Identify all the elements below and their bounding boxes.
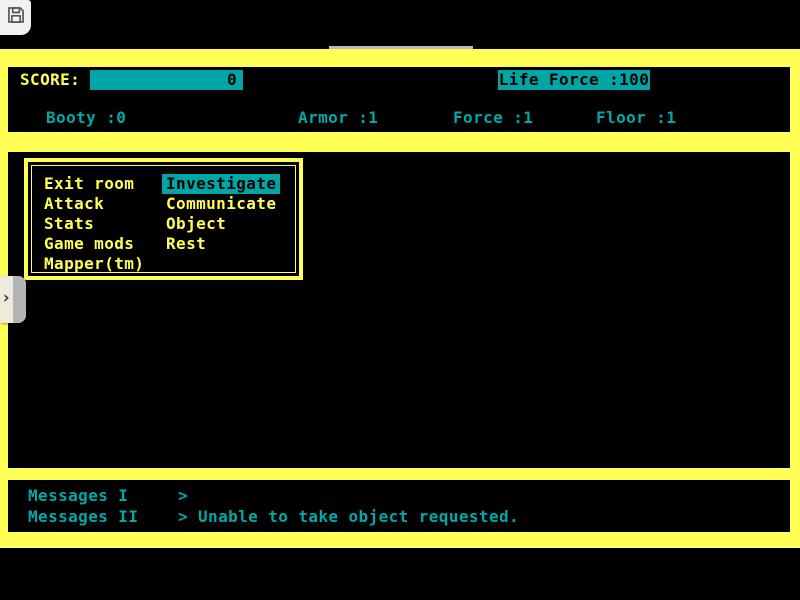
messages-2-prompt: > — [178, 507, 188, 527]
save-button[interactable] — [0, 0, 31, 35]
menu-item-game-mods[interactable]: Game mods — [44, 234, 134, 254]
score-value: 0 — [227, 70, 237, 89]
menu-item-attack[interactable]: Attack — [44, 194, 104, 214]
chevron-right-icon: › — [1, 290, 12, 307]
main-panel: Exit room Attack Stats Game mods Mapper(… — [8, 152, 790, 468]
action-menu: Exit room Attack Stats Game mods Mapper(… — [24, 158, 303, 280]
life-force-badge: Life Force :100 — [498, 70, 650, 90]
score-bar: 0 — [90, 70, 243, 90]
messages-2-label: Messages II — [28, 507, 138, 527]
stats-panel: SCORE: 0 Life Force :100 Booty :0 Armor … — [8, 67, 790, 132]
stat-armor: Armor :1 — [298, 108, 378, 128]
sidebar-drawer-handle[interactable]: › — [0, 276, 26, 323]
menu-item-communicate[interactable]: Communicate — [166, 194, 276, 214]
menu-item-mapper[interactable]: Mapper(tm) — [44, 254, 144, 274]
menu-item-stats[interactable]: Stats — [44, 214, 94, 234]
stat-booty: Booty :0 — [46, 108, 126, 128]
dos-game-screen: ßßß Bones ßßß SCORE: 0 Life Force :100 B… — [0, 0, 800, 600]
menu-item-object[interactable]: Object — [166, 214, 226, 234]
stat-force: Force :1 — [453, 108, 533, 128]
stat-floor: Floor :1 — [596, 108, 676, 128]
messages-2-text: Unable to take object requested. — [198, 507, 519, 527]
messages-1-prompt: > — [178, 486, 188, 506]
messages-panel: Messages I > Messages II > Unable to tak… — [8, 480, 790, 532]
floppy-disk-icon — [6, 5, 26, 30]
menu-item-rest[interactable]: Rest — [166, 234, 206, 254]
game-window: SCORE: 0 Life Force :100 Booty :0 Armor … — [0, 49, 800, 548]
messages-1-label: Messages I — [28, 486, 128, 506]
score-label: SCORE: — [20, 70, 80, 90]
menu-item-investigate[interactable]: Investigate — [162, 174, 280, 194]
drawer-grip — [13, 276, 26, 323]
menu-item-exit-room[interactable]: Exit room — [44, 174, 134, 194]
